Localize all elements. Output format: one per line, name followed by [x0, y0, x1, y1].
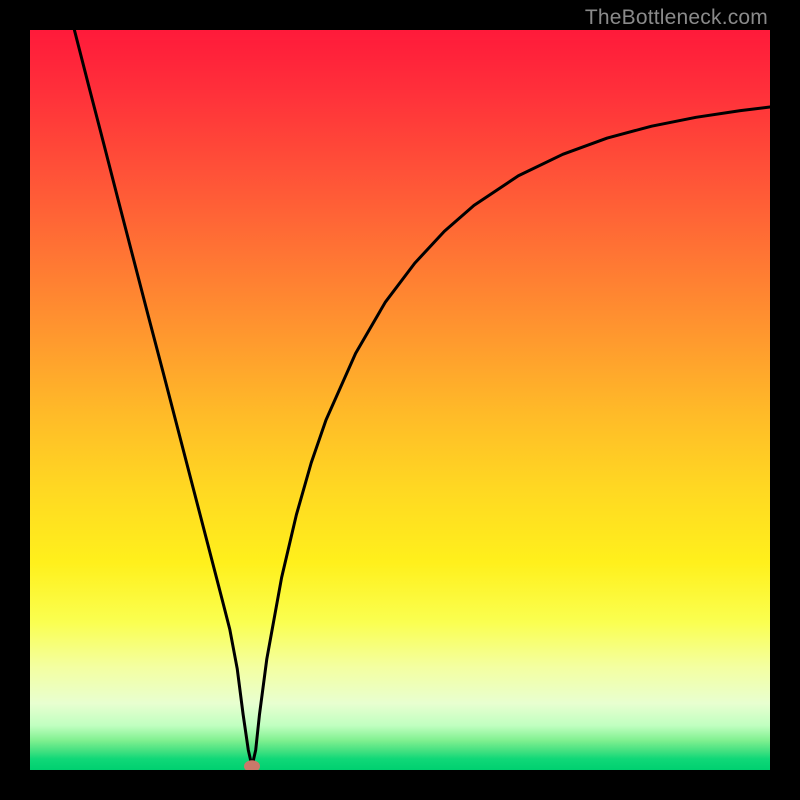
watermark-text: TheBottleneck.com	[585, 6, 768, 30]
bottleneck-curve	[74, 30, 770, 766]
chart-container: TheBottleneck.com	[0, 0, 800, 800]
plot-area	[30, 30, 770, 770]
frame-bottom	[0, 770, 800, 800]
optimum-marker	[244, 760, 260, 770]
chart-svg	[30, 30, 770, 770]
frame-left	[0, 0, 30, 800]
frame-right	[770, 0, 800, 800]
